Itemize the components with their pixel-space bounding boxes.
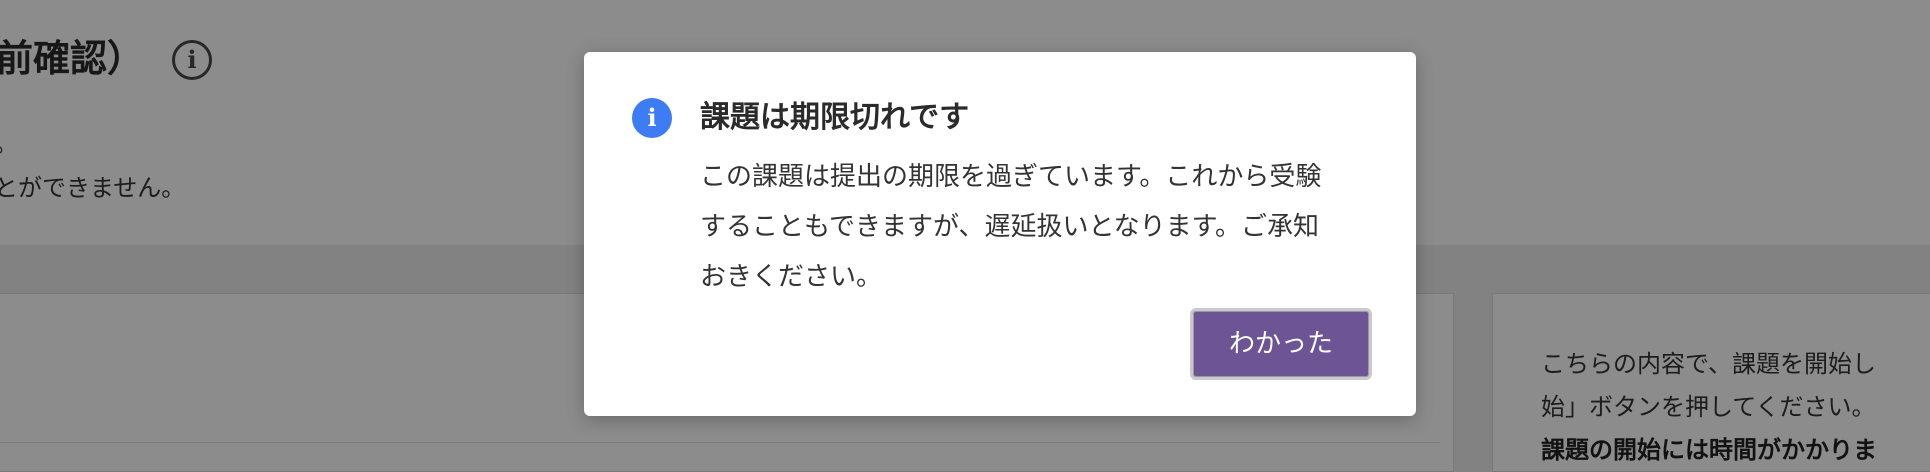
expired-assignment-dialog: i 課題は期限切れです この課題は提出の期限を過ぎています。これから受験 するこ… <box>584 52 1416 416</box>
dialog-message-line: おきください。 <box>700 262 883 292</box>
dialog-message-line: この課題は提出の期限を過ぎています。これから受験 <box>700 162 1322 192</box>
dialog-message: この課題は提出の期限を過ぎています。これから受験 することもできますが、遅延扱い… <box>700 152 1380 302</box>
ok-button[interactable]: わかった <box>1190 308 1372 380</box>
dialog-title: 課題は期限切れです <box>700 100 970 135</box>
dialog-message-line: することもできますが、遅延扱いとなります。ご承知 <box>700 212 1320 242</box>
info-icon: i <box>632 98 672 138</box>
